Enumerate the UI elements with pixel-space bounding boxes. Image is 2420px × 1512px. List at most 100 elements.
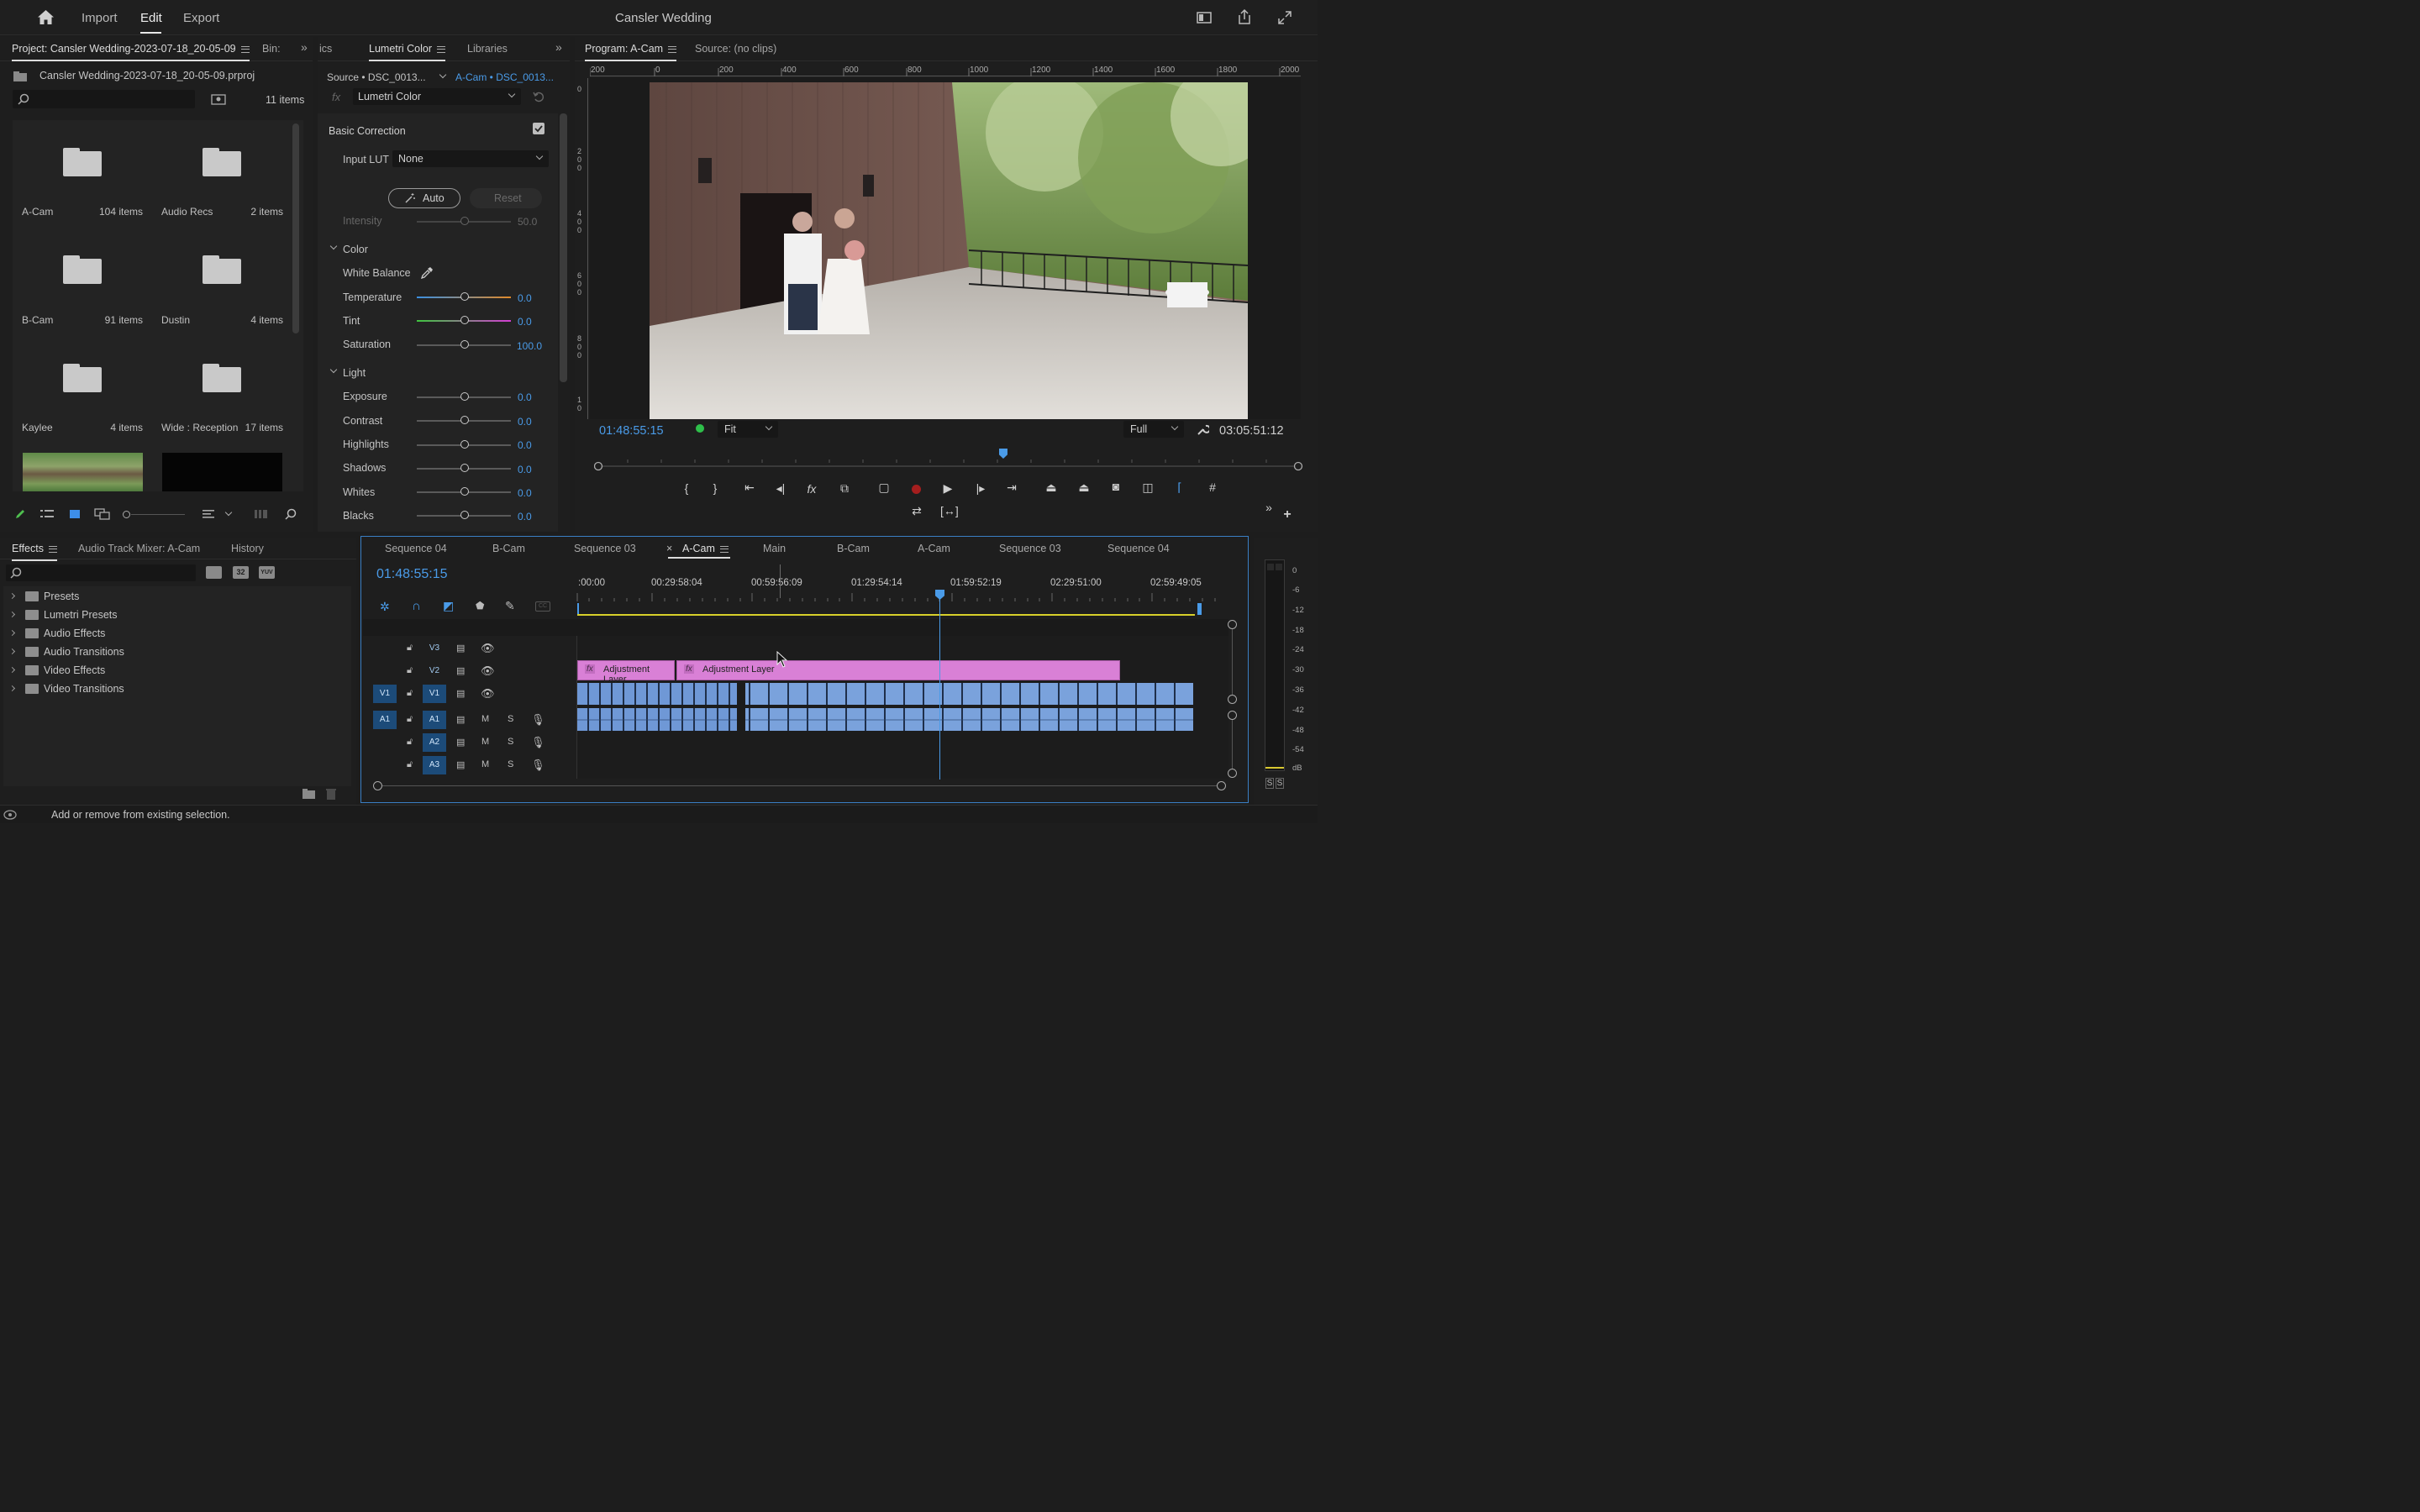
blacks-knob[interactable] bbox=[460, 511, 469, 519]
add-marker-icon[interactable]: ⬟ bbox=[476, 600, 484, 612]
overwrite-button[interactable]: [↔] bbox=[940, 504, 959, 517]
timeline-settings-icon[interactable]: ✎ bbox=[505, 599, 515, 613]
track-header-a2[interactable]: 🔓︎ A2 ▤ M S 🎙︎ bbox=[363, 732, 575, 753]
wrench-icon[interactable] bbox=[1196, 423, 1209, 436]
tab-history[interactable]: History bbox=[231, 543, 264, 554]
whites-value[interactable]: 0.0 bbox=[518, 487, 532, 499]
panel-menu-icon[interactable] bbox=[437, 45, 446, 53]
intensity-knob[interactable] bbox=[460, 217, 469, 225]
effects-item-video-transitions[interactable]: Video Transitions bbox=[7, 682, 343, 699]
intensity-value[interactable]: 50.0 bbox=[518, 216, 537, 228]
basic-correction-checkbox[interactable] bbox=[533, 123, 544, 134]
lock-icon[interactable]: 🔓︎ bbox=[407, 759, 413, 770]
reset-effect-icon[interactable] bbox=[533, 91, 544, 102]
sort-dropdown-icon[interactable] bbox=[224, 508, 233, 517]
saturation-knob[interactable] bbox=[460, 340, 469, 349]
tab-a-cam-active[interactable]: A-Cam bbox=[682, 543, 729, 554]
saturation-value[interactable]: 100.0 bbox=[517, 340, 542, 352]
folder-icon[interactable] bbox=[63, 148, 102, 176]
panel-menu-icon[interactable] bbox=[48, 545, 57, 553]
automate-sequence-icon[interactable] bbox=[255, 509, 268, 519]
effect-select[interactable]: Lumetri Color bbox=[353, 88, 521, 105]
comparison-view-button[interactable]: ◫ bbox=[1139, 480, 1156, 495]
horizontal-zoom-handle[interactable] bbox=[1217, 781, 1226, 790]
vertical-zoom-handle[interactable] bbox=[1228, 711, 1237, 720]
vertical-zoom-handle[interactable] bbox=[1228, 769, 1237, 778]
tab-lumetri-color[interactable]: Lumetri Color bbox=[369, 43, 446, 61]
tab-main[interactable]: Main bbox=[763, 543, 786, 554]
quick-export-icon[interactable] bbox=[1197, 12, 1212, 24]
tab-effect-controls[interactable]: ics bbox=[319, 43, 332, 55]
panel-overflow-icon[interactable]: » bbox=[301, 40, 308, 54]
trim-button[interactable]: ⌈ bbox=[1171, 480, 1188, 495]
clip-thumbnail[interactable] bbox=[23, 453, 143, 491]
sync-lock-icon[interactable]: ▤ bbox=[456, 714, 465, 725]
track-label[interactable]: V3 bbox=[423, 639, 446, 658]
new-bin-icon[interactable] bbox=[302, 789, 316, 799]
tab-audio-mixer[interactable]: Audio Track Mixer: A-Cam bbox=[78, 543, 200, 554]
safe-margins-button[interactable]: ▢ bbox=[876, 480, 892, 495]
highlights-knob[interactable] bbox=[460, 440, 469, 449]
tab-b-cam-2[interactable]: B-Cam bbox=[837, 543, 870, 554]
record-button[interactable] bbox=[912, 485, 921, 494]
temperature-knob[interactable] bbox=[460, 292, 469, 301]
tint-value[interactable]: 0.0 bbox=[518, 316, 532, 328]
step-forward-button[interactable]: |▸ bbox=[972, 481, 989, 496]
lock-icon[interactable]: 🔓︎ bbox=[407, 737, 413, 748]
folder-icon[interactable] bbox=[203, 364, 241, 392]
horizontal-scrollbar[interactable] bbox=[382, 785, 1217, 786]
solo-button[interactable]: S bbox=[508, 714, 513, 724]
trash-icon[interactable] bbox=[326, 788, 336, 800]
contrast-knob[interactable] bbox=[460, 416, 469, 424]
tab-a-cam-2[interactable]: A-Cam bbox=[918, 543, 950, 554]
whites-knob[interactable] bbox=[460, 487, 469, 496]
source-clip-label[interactable]: Source • DSC_0013... bbox=[327, 71, 426, 83]
lumetri-scrollbar[interactable] bbox=[560, 113, 567, 382]
auto-button[interactable]: Auto bbox=[388, 188, 460, 208]
track-header-a3[interactable]: 🔓︎ A3 ▤ M S 🎙︎ bbox=[363, 754, 575, 776]
panel-menu-icon[interactable] bbox=[240, 45, 250, 53]
insert-button[interactable]: ⇄ bbox=[908, 504, 925, 518]
solo-button[interactable]: S bbox=[508, 737, 513, 747]
microphone-icon[interactable]: 🎙︎ bbox=[531, 759, 545, 772]
tab-effects[interactable]: Effects bbox=[12, 543, 57, 561]
microphone-icon[interactable]: 🎙︎ bbox=[531, 713, 545, 727]
zoom-select[interactable]: Fit bbox=[718, 421, 778, 438]
track-label[interactable]: A3 bbox=[423, 756, 446, 774]
track-header-v2[interactable]: 🔓︎ V2 ▤ 👁︎ bbox=[363, 660, 575, 682]
timeline-timecode[interactable]: 01:48:55:15 bbox=[376, 567, 448, 582]
quality-select[interactable]: Full bbox=[1123, 421, 1184, 438]
target-clip-label[interactable]: A-Cam • DSC_0013... bbox=[455, 71, 554, 83]
go-to-out-button[interactable]: ⇥ bbox=[1003, 480, 1020, 495]
new-search-bin-icon[interactable] bbox=[211, 93, 226, 105]
effects-item-video-effects[interactable]: Video Effects bbox=[7, 664, 343, 680]
source-patch-v1[interactable]: V1 bbox=[373, 685, 397, 703]
exposure-value[interactable]: 0.0 bbox=[518, 391, 532, 403]
eye-icon[interactable]: 👁︎ bbox=[481, 687, 495, 701]
sync-lock-icon[interactable]: ▤ bbox=[456, 665, 465, 676]
home-icon[interactable] bbox=[37, 9, 55, 25]
fx-toggle-button[interactable]: fx bbox=[803, 482, 820, 496]
section-basic-correction[interactable]: Basic Correction bbox=[329, 125, 406, 137]
sync-lock-icon[interactable]: ▤ bbox=[456, 643, 465, 654]
video-frame[interactable] bbox=[650, 82, 1248, 419]
snap-icon[interactable]: ∩ bbox=[412, 599, 421, 613]
effects-item-lumetri-presets[interactable]: Lumetri Presets bbox=[7, 608, 343, 625]
step-back-button[interactable]: ◂| bbox=[772, 481, 789, 496]
fullscreen-icon[interactable] bbox=[1277, 10, 1292, 25]
timeline-ruler-ticks[interactable] bbox=[576, 590, 1223, 601]
microphone-icon[interactable]: 🎙︎ bbox=[531, 736, 545, 749]
tab-program[interactable]: Program: A-Cam bbox=[585, 43, 677, 61]
temperature-value[interactable]: 0.0 bbox=[518, 292, 532, 304]
effects-search-input[interactable] bbox=[6, 564, 196, 581]
eye-icon[interactable]: 👁︎ bbox=[481, 664, 495, 678]
nav-import[interactable]: Import bbox=[82, 11, 118, 25]
lock-icon[interactable]: 🔓︎ bbox=[407, 665, 413, 676]
tab-source[interactable]: Source: (no clips) bbox=[695, 43, 776, 55]
nest-icon[interactable]: ✲ bbox=[380, 600, 390, 614]
track-header-a1[interactable]: A1 🔓︎ A1 ▤ M S 🎙︎ bbox=[363, 709, 575, 731]
sync-lock-icon[interactable]: ▤ bbox=[456, 759, 465, 770]
bin-name[interactable]: Dustin bbox=[161, 314, 190, 326]
adjustment-layer-clip[interactable]: fx Adjustment Layer bbox=[577, 660, 675, 685]
linked-selection-icon[interactable]: ◩ bbox=[443, 599, 454, 613]
